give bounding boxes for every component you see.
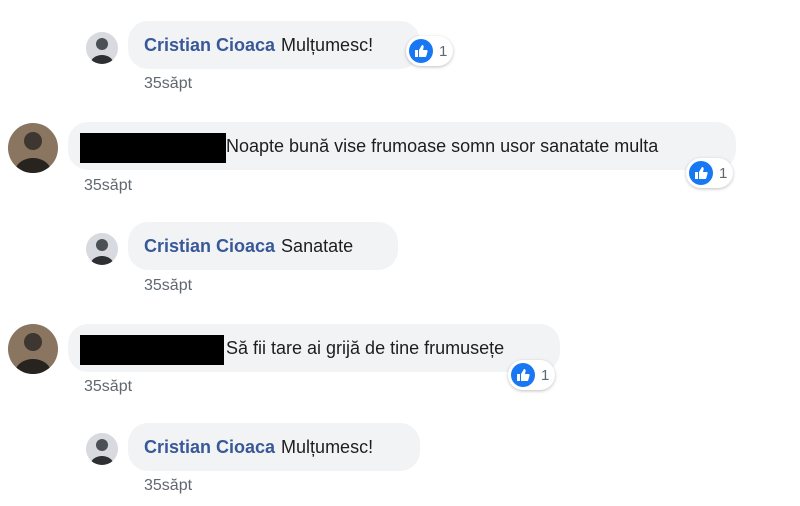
person-silhouette-icon [86,233,118,265]
comment-timestamp[interactable]: 35săpt [84,177,132,195]
comment-text: Sanatate [281,236,354,256]
comment-text: Mulțumesc! [281,437,374,457]
comment-bubble: Cristian Cioaca Sanatate [128,222,398,270]
reaction-badge[interactable]: 1 [686,158,734,188]
comment-bubble: Să fii tare ai grijă de tine frumusețe [68,324,560,372]
reaction-badge[interactable]: 1 [508,360,556,390]
reaction-count: 1 [719,164,728,182]
comment-text: Mulțumesc! [281,35,374,55]
reaction-count: 1 [541,366,550,384]
comment-author[interactable]: Cristian Cioaca [144,437,275,457]
redacted-author [80,133,226,163]
profile-photo-icon [8,123,58,173]
like-icon [689,161,713,185]
reaction-count: 1 [439,42,448,60]
comment-text: Să fii tare ai grijă de tine frumusețe [226,338,505,358]
person-silhouette-icon [86,433,118,465]
comment-author[interactable]: Cristian Cioaca [144,236,275,256]
comment-bubble: Noapte bună vise frumoase somn usor sana… [68,122,736,170]
person-silhouette-icon [86,32,118,64]
comment-bubble: Cristian Cioaca Mulțumesc! [128,423,420,471]
comment-timestamp[interactable]: 35săpt [84,378,132,396]
avatar[interactable] [8,123,58,173]
comment-timestamp[interactable]: 35săpt [144,277,192,295]
reaction-badge[interactable]: 1 [406,36,454,66]
comment-text: Noapte bună vise frumoase somn usor sana… [226,136,659,156]
avatar[interactable] [86,233,118,265]
comment-timestamp[interactable]: 35săpt [144,75,192,93]
avatar[interactable] [86,433,118,465]
avatar[interactable] [86,32,118,64]
comment-author[interactable]: Cristian Cioaca [144,35,275,55]
like-icon [409,39,433,63]
comment-bubble: Cristian Cioaca Mulțumesc! [128,21,420,69]
like-icon [511,363,535,387]
profile-photo-icon [8,324,58,374]
redacted-author [80,335,224,365]
avatar[interactable] [8,324,58,374]
comment-timestamp[interactable]: 35săpt [144,477,192,495]
